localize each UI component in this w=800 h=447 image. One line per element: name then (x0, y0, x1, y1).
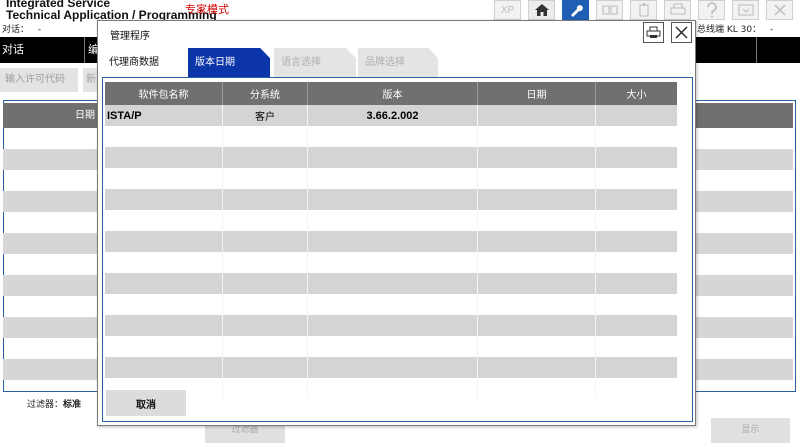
bg-table-row (3, 191, 98, 212)
kl30-info-label: 总线端 KL 30： (697, 25, 762, 35)
transfer-button[interactable] (596, 0, 623, 20)
display-button[interactable]: 显示 (711, 418, 790, 443)
cell-size (596, 105, 677, 126)
table-row-empty (105, 378, 677, 399)
table-row-empty (105, 147, 677, 168)
license-code-button[interactable]: 输入许可代码 (0, 68, 78, 92)
device-icon (639, 3, 648, 17)
tab-language-select[interactable]: 语言选择 (274, 48, 356, 77)
bg-table-row (3, 359, 98, 380)
help-icon (706, 2, 717, 18)
close-icon (773, 4, 786, 16)
expert-mode-label: 专家模式 (185, 3, 229, 16)
dialog-print-button[interactable] (643, 22, 664, 43)
column-header-date[interactable]: 日期 (478, 82, 596, 105)
xp-label: XP (500, 4, 515, 16)
dialog-info: 对话： - (2, 22, 41, 35)
table-row-empty (105, 126, 677, 147)
dialog-info-label: 对话： (2, 25, 30, 35)
table-row-empty (105, 210, 677, 231)
table-row-empty (105, 273, 677, 294)
cancel-button[interactable]: 取消 (106, 390, 186, 416)
tab-version-date[interactable]: 版本日期 (188, 48, 270, 77)
xp-button[interactable]: XP (494, 0, 521, 20)
home-button[interactable] (528, 0, 555, 20)
bg-second-button[interactable]: 新 (83, 68, 97, 92)
column-header-version[interactable]: 版本 (308, 82, 478, 105)
table-row[interactable]: ISTA/P 客户 3.66.2.002 (105, 105, 677, 126)
table-row-empty (105, 168, 677, 189)
window-icon (738, 4, 753, 16)
manage-program-dialog: 管理程序 代理商数据 版本日期 语言选择 品牌选择 软件包名称 分系统 版本 日… (97, 20, 696, 426)
exit-button[interactable] (766, 0, 793, 20)
wrench-icon (570, 5, 583, 17)
package-table: 软件包名称 分系统 版本 日期 大小 ISTA/P 客户 3.66.2.002 (105, 82, 677, 399)
close-icon (675, 26, 688, 39)
bg-table-row (695, 149, 793, 170)
table-row-empty (105, 252, 677, 273)
bg-table-row (695, 191, 793, 212)
bg-table-row (3, 275, 98, 296)
dialog-info-value: - (37, 25, 42, 35)
tab-brand-select[interactable]: 品牌选择 (358, 48, 438, 77)
dialog-close-button[interactable] (671, 22, 692, 43)
bg-table-row (695, 233, 793, 254)
bg-table-row (695, 275, 793, 296)
printer-icon (646, 26, 661, 38)
bg-table-header-date: 日期 (3, 103, 98, 128)
home-icon (534, 4, 549, 16)
cell-version: 3.66.2.002 (308, 105, 478, 126)
column-header-size[interactable]: 大小 (596, 82, 677, 105)
table-row-empty (105, 315, 677, 336)
print-button[interactable] (664, 0, 691, 20)
cell-package: ISTA/P (105, 105, 223, 126)
bg-tab-divider (84, 37, 85, 63)
bg-tab-divider (756, 37, 757, 63)
table-row-empty (105, 231, 677, 252)
filter-status: 过滤器：标准 (27, 397, 81, 410)
device-button[interactable] (630, 0, 657, 20)
bg-tab-dialog[interactable]: 对话 (0, 37, 24, 63)
bg-table-header-right (695, 103, 793, 128)
filter-status-value: 标准 (63, 400, 82, 410)
filter-status-label: 过滤器： (27, 400, 64, 410)
tab-dealer-data[interactable]: 代理商数据 (102, 48, 184, 77)
table-header-row: 软件包名称 分系统 版本 日期 大小 (105, 82, 677, 105)
service-button[interactable] (562, 0, 589, 20)
bg-table-row (3, 233, 98, 254)
kl30-info: 总线端 KL 30： - (697, 22, 773, 35)
kl30-info-value: - (769, 25, 774, 35)
bg-table-row (695, 317, 793, 338)
bg-table-row (3, 149, 98, 170)
bg-table-row (695, 359, 793, 380)
window-button[interactable] (732, 0, 759, 20)
table-row-empty (105, 357, 677, 378)
transfer-icon (602, 5, 617, 15)
cell-subsystem: 客户 (223, 105, 308, 126)
cell-date (478, 105, 596, 126)
printer-icon (670, 3, 685, 15)
help-button[interactable] (698, 0, 725, 20)
dialog-title: 管理程序 (110, 31, 150, 42)
column-header-subsystem[interactable]: 分系统 (223, 82, 308, 105)
table-row-empty (105, 336, 677, 357)
column-header-package[interactable]: 软件包名称 (105, 82, 223, 105)
bg-table-row (3, 317, 98, 338)
table-row-empty (105, 294, 677, 315)
table-row-empty (105, 189, 677, 210)
